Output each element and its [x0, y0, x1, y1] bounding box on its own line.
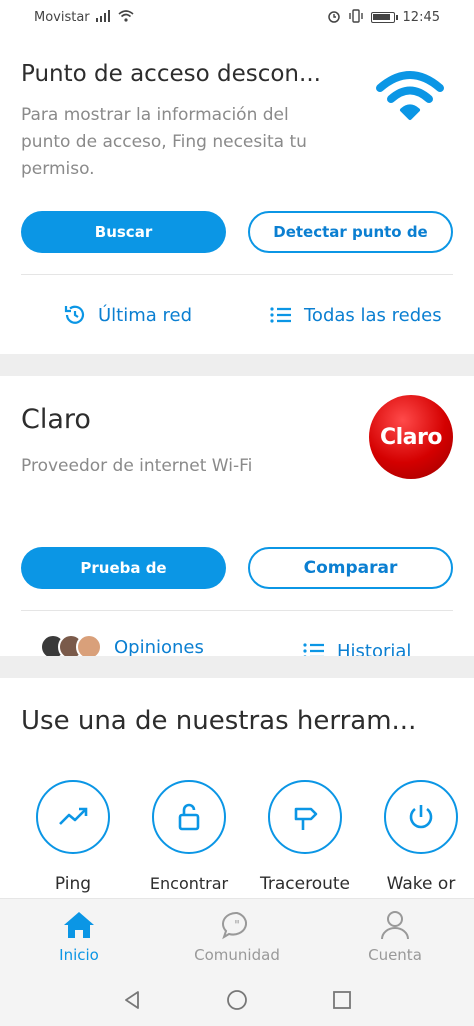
- nav-community[interactable]: " Comunidad: [158, 899, 316, 974]
- hotspot-title: Punto de acceso descon...: [21, 61, 321, 87]
- section-separator: [0, 354, 474, 376]
- power-icon: [409, 805, 433, 829]
- nav-home-label: Inicio: [59, 945, 99, 964]
- user-icon: [381, 910, 409, 939]
- isp-logo-text: Claro: [380, 424, 443, 450]
- trend-icon: [59, 807, 88, 825]
- tools-title: Use una de nuestras herram...: [21, 706, 417, 736]
- home-circle-icon[interactable]: [226, 989, 248, 1011]
- list-icon: [270, 307, 291, 323]
- status-bar: Movistar 12:45: [0, 0, 474, 34]
- isp-card: Claro Proveedor de internet Wi-Fi Claro …: [0, 376, 474, 662]
- lock-icon: [178, 803, 200, 831]
- nav-community-label: Comunidad: [194, 945, 280, 964]
- tool-traceroute-circle: [268, 780, 342, 854]
- tool-label: Encontrar: [149, 874, 229, 893]
- tool-find-devices[interactable]: Encontrar: [139, 780, 239, 893]
- tool-wake-circle: [384, 780, 458, 854]
- all-networks-link[interactable]: Todas las redes: [268, 302, 442, 328]
- wifi-icon: [374, 68, 446, 124]
- tool-find-circle: [152, 780, 226, 854]
- divider: [21, 274, 453, 275]
- alarm-icon: [327, 9, 341, 26]
- detect-hotspot-button[interactable]: Detectar punto de: [248, 211, 453, 253]
- hotspot-description: Para mostrar la información del punto de…: [21, 105, 307, 179]
- back-icon[interactable]: [121, 989, 143, 1011]
- vibrate-icon: [348, 8, 363, 26]
- tool-ping[interactable]: Ping: [23, 780, 123, 894]
- reviews-label: Opiniones: [114, 636, 204, 658]
- clock: 12:45: [402, 9, 440, 25]
- battery-icon: [370, 11, 398, 23]
- isp-logo: Claro: [369, 395, 453, 479]
- tool-wake-on-lan[interactable]: Wake or: [371, 780, 471, 894]
- isp-title: Claro: [21, 404, 91, 435]
- history-icon: [64, 305, 85, 324]
- isp-description: Proveedor de internet Wi-Fi: [21, 456, 253, 476]
- last-network-label: Última red: [98, 304, 193, 326]
- home-icon: [64, 911, 94, 938]
- tools-card: Use una de nuestras herram... Ping Encon…: [0, 678, 474, 898]
- signpost-icon: [294, 807, 318, 830]
- chat-icon: ": [222, 911, 247, 939]
- recents-icon[interactable]: [331, 989, 353, 1011]
- system-navigation-bar: [0, 974, 474, 1026]
- home-scroll-area[interactable]: Punto de acceso descon... Para mostrar l…: [0, 34, 474, 898]
- nav-account[interactable]: Cuenta: [316, 899, 474, 974]
- hotspot-card: Punto de acceso descon... Para mostrar l…: [0, 34, 474, 354]
- tool-label: Traceroute: [259, 874, 350, 894]
- last-network-link[interactable]: Última red: [62, 302, 192, 328]
- wifi-status-icon: [118, 9, 134, 25]
- tool-label: Wake or: [386, 874, 456, 894]
- svg-text:": ": [234, 918, 240, 932]
- all-networks-label: Todas las redes: [304, 304, 442, 326]
- carrier-label: Movistar: [34, 9, 90, 25]
- nav-account-label: Cuenta: [368, 945, 422, 964]
- tool-ping-circle: [36, 780, 110, 854]
- speed-test-button[interactable]: Prueba de: [21, 547, 226, 589]
- divider: [21, 610, 453, 611]
- signal-icon: [95, 9, 112, 25]
- section-separator: [0, 656, 474, 678]
- bottom-navigation: Inicio " Comunidad Cuenta: [0, 898, 474, 974]
- nav-home[interactable]: Inicio: [0, 899, 158, 974]
- tool-label: Ping: [54, 874, 92, 894]
- tool-traceroute[interactable]: Traceroute: [255, 780, 355, 894]
- compare-button[interactable]: Comparar: [248, 547, 453, 589]
- search-button[interactable]: Buscar: [21, 211, 226, 253]
